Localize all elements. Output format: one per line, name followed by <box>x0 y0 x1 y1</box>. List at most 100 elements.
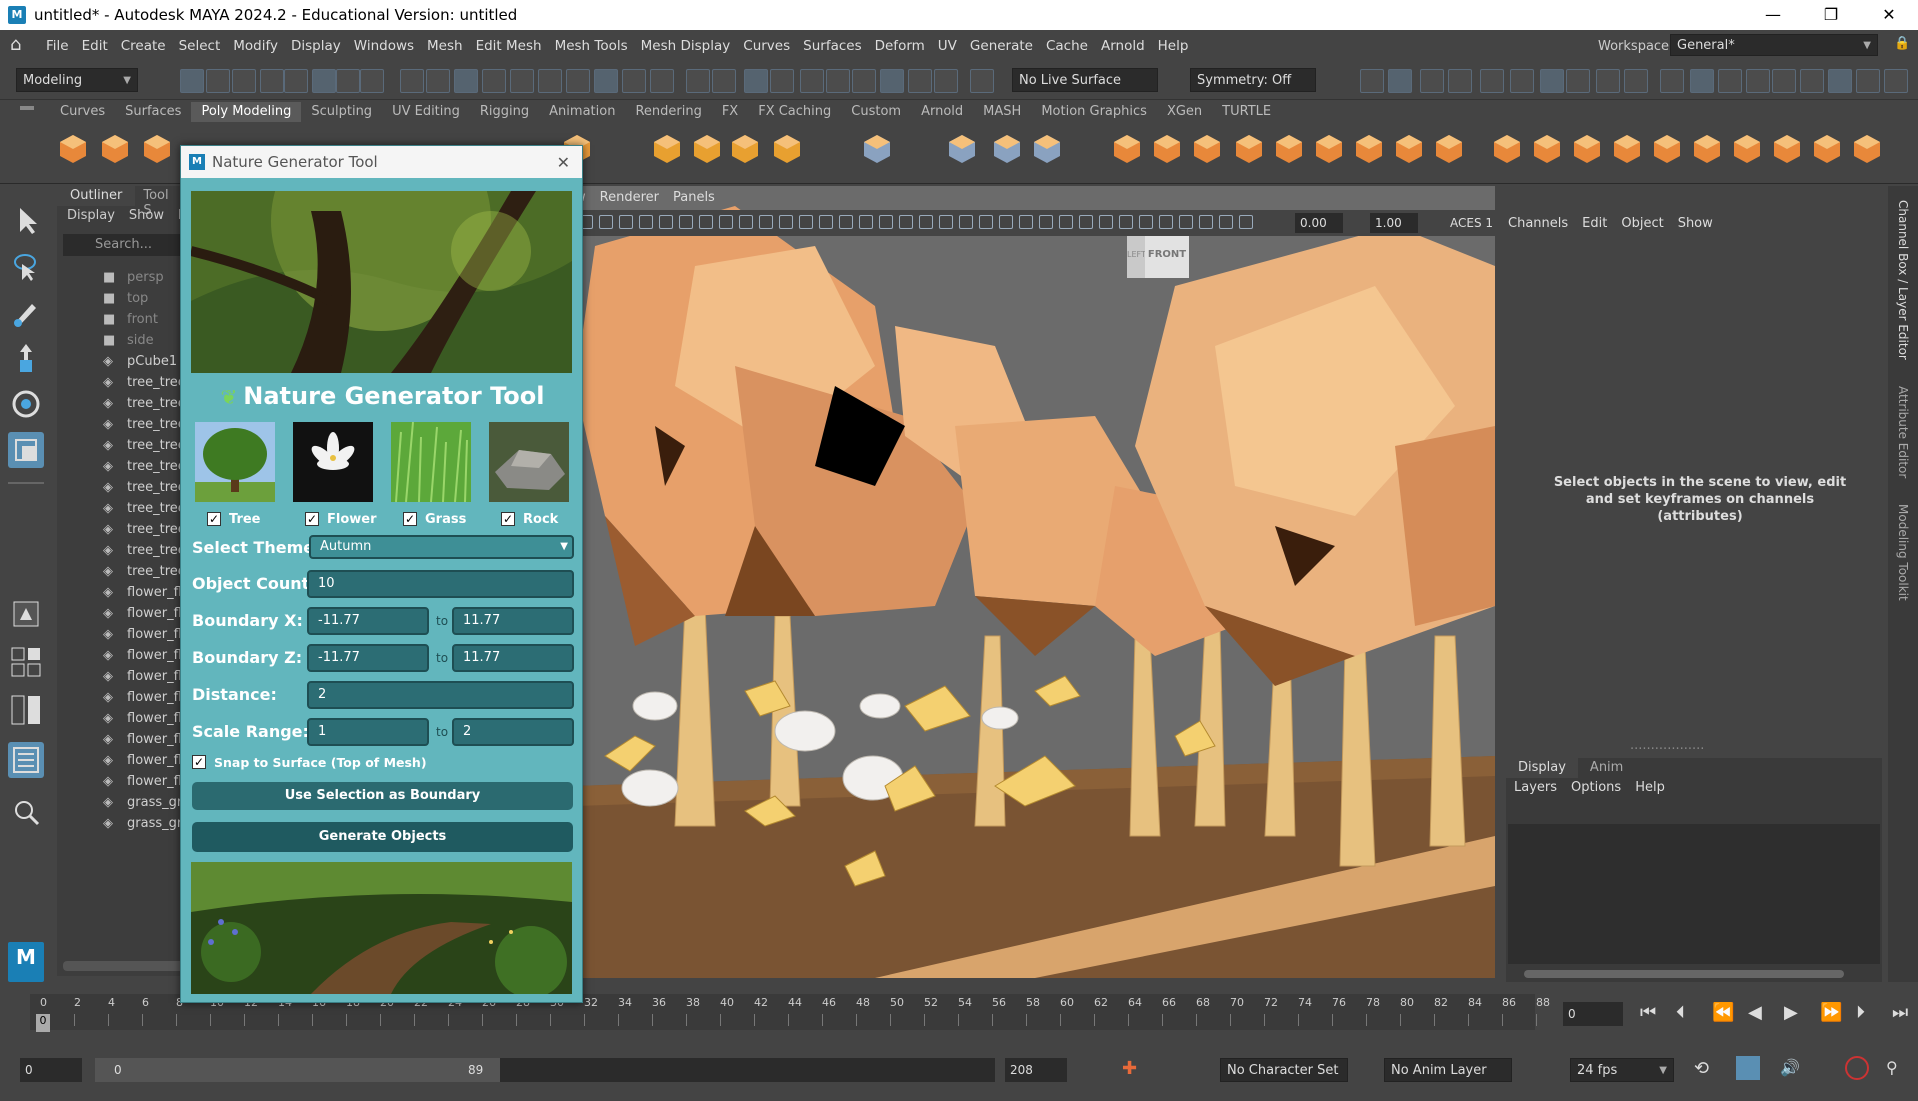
uv-unfold-icon[interactable] <box>1850 132 1884 166</box>
hypershade-icon[interactable] <box>852 69 876 93</box>
menu-windows[interactable]: Windows <box>354 38 414 54</box>
outliner-view-icon[interactable] <box>8 742 44 778</box>
viewport-tool-icon[interactable] <box>979 215 993 229</box>
outliner-item[interactable]: ◈ flower_flo <box>103 774 190 789</box>
menu-file[interactable]: File <box>46 38 69 54</box>
menu-cache[interactable]: Cache <box>1046 38 1088 54</box>
bookmark-icon[interactable] <box>1480 69 1504 93</box>
person-icon[interactable]: ⚲ <box>1886 1058 1898 1077</box>
snap-surface-icon[interactable] <box>510 69 534 93</box>
paint-select-icon[interactable] <box>8 294 44 330</box>
outliner-item[interactable]: ◈ tree_tree <box>103 375 186 390</box>
menu-create[interactable]: Create <box>121 38 166 54</box>
outliner-item[interactable]: ◈ flower_flo <box>103 585 190 600</box>
merge-icon[interactable] <box>1352 132 1386 166</box>
outliner-item[interactable]: ■ front <box>103 312 158 327</box>
help-menu[interactable]: Help <box>1635 780 1665 795</box>
boundary-x-max-input[interactable]: 11.77 <box>452 607 574 635</box>
outliner-item[interactable]: ◈ grass_gra <box>103 816 190 831</box>
snap-point-icon[interactable] <box>454 69 478 93</box>
snap-checkbox[interactable]: ✓ <box>192 755 206 769</box>
star-icon[interactable] <box>650 132 684 166</box>
outliner-menu-show[interactable]: Show <box>129 208 164 223</box>
viewport-tool-icon[interactable] <box>699 215 713 229</box>
resize-handle[interactable]: ·················· <box>1630 742 1704 757</box>
grid-icon[interactable] <box>1510 69 1534 93</box>
maya-home-icon[interactable]: M <box>8 942 44 982</box>
insert-edge-icon[interactable] <box>1690 132 1724 166</box>
menu-display[interactable]: Display <box>291 38 341 54</box>
start-frame-field[interactable]: 0 <box>20 1058 82 1082</box>
shaded-icon[interactable] <box>1660 69 1684 93</box>
save-scene-icon[interactable] <box>232 69 256 93</box>
end-frame-field[interactable]: 208 <box>1005 1058 1067 1082</box>
step-back-key-icon[interactable]: ⏴ <box>1676 1002 1685 1023</box>
current-frame-field[interactable]: 0 <box>1563 1002 1623 1026</box>
smooth-icon[interactable] <box>1828 69 1852 93</box>
show-menu[interactable]: Show <box>1678 216 1713 231</box>
viewport-tool-icon[interactable] <box>819 215 833 229</box>
outliner-item[interactable]: ◈ flower_flo <box>103 753 190 768</box>
viewport-tool-icon[interactable] <box>839 215 853 229</box>
gamma-field[interactable]: 1.00 <box>1370 213 1418 233</box>
viewport-tool-icon[interactable] <box>739 215 753 229</box>
shelf-tab-surfaces[interactable]: Surfaces <box>115 102 191 122</box>
boundary-z-max-input[interactable]: 11.77 <box>452 644 574 672</box>
outliner-item[interactable]: ◈ flower_flo <box>103 711 190 726</box>
play-forward-icon[interactable]: ▶ <box>1784 1002 1798 1023</box>
quadrangulate-icon[interactable] <box>1810 132 1844 166</box>
viewport-tool-icon[interactable] <box>659 215 673 229</box>
viewport-tool-icon[interactable] <box>919 215 933 229</box>
shelf-tab-animation[interactable]: Animation <box>539 102 625 122</box>
shelf-tab-motion-graphics[interactable]: Motion Graphics <box>1031 102 1157 122</box>
edit-menu[interactable]: Edit <box>1582 216 1607 231</box>
menu-select[interactable]: Select <box>179 38 221 54</box>
shelf-tab-poly-modeling[interactable]: Poly Modeling <box>191 102 302 122</box>
extrude-icon[interactable] <box>1190 132 1224 166</box>
live-surface-field[interactable]: No Live Surface <box>1012 68 1158 92</box>
construction-icon[interactable] <box>712 69 736 93</box>
viewport-tool-icon[interactable] <box>879 215 893 229</box>
menu-curves[interactable]: Curves <box>743 38 790 54</box>
bevel-icon[interactable] <box>1110 132 1144 166</box>
tab-anim[interactable]: Anim <box>1578 758 1635 778</box>
theme-select[interactable]: Autumn ▼ <box>309 535 574 559</box>
outliner-item[interactable]: ◈ flower_flo <box>103 627 190 642</box>
viewport-menu-icon[interactable] <box>1388 69 1412 93</box>
xray-icon[interactable] <box>1772 69 1796 93</box>
checkbox-grass[interactable]: ✓ <box>403 512 417 526</box>
viewport-tool-icon[interactable] <box>1179 215 1193 229</box>
shelf-tab-custom[interactable]: Custom <box>841 102 911 122</box>
colorspace-label[interactable]: ACES 1 <box>1450 213 1495 233</box>
outliner-item[interactable]: ◈ tree_tree <box>103 522 186 537</box>
ipr-render-icon[interactable] <box>800 69 824 93</box>
fill-hole-icon[interactable] <box>1392 132 1426 166</box>
viewport-tool-icon[interactable] <box>1239 215 1253 229</box>
make-live-icon[interactable] <box>622 69 646 93</box>
lasso-tool-icon[interactable] <box>8 248 44 284</box>
outliner-search-input[interactable]: Search... <box>63 234 187 256</box>
viewport-tool-icon[interactable] <box>679 215 693 229</box>
outliner-item[interactable]: ◈ pCube1 <box>103 354 177 369</box>
tool-close-icon[interactable]: ✕ <box>557 153 570 172</box>
shelf-tab-mash[interactable]: MASH <box>973 102 1031 122</box>
checkbox-rock[interactable]: ✓ <box>501 512 515 526</box>
safe-action-icon[interactable] <box>1596 69 1620 93</box>
tab-display[interactable]: Display <box>1506 758 1578 778</box>
multi-cut-icon[interactable] <box>1232 132 1266 166</box>
shelf-tab-xgen[interactable]: XGen <box>1157 102 1212 122</box>
menu-mesh[interactable]: Mesh <box>427 38 463 54</box>
tab-outliner[interactable]: Outliner <box>57 186 136 206</box>
symmetry-select[interactable]: Symmetry: Off <box>1190 68 1316 92</box>
shelf-menu-icon[interactable] <box>20 106 34 110</box>
separate-icon[interactable] <box>990 132 1024 166</box>
checkbox-flower[interactable]: ✓ <box>305 512 319 526</box>
mirror-icon[interactable] <box>1432 132 1466 166</box>
outliner-item[interactable]: ◈ flower_flo <box>103 669 190 684</box>
grid-icon[interactable] <box>860 132 894 166</box>
use-selection-button[interactable]: Use Selection as Boundary <box>192 782 573 810</box>
four-view-icon[interactable] <box>8 644 44 680</box>
viewport-tool-icon[interactable] <box>999 215 1013 229</box>
move-tool-icon[interactable] <box>8 340 44 376</box>
shelf-tab-rendering[interactable]: Rendering <box>625 102 711 122</box>
